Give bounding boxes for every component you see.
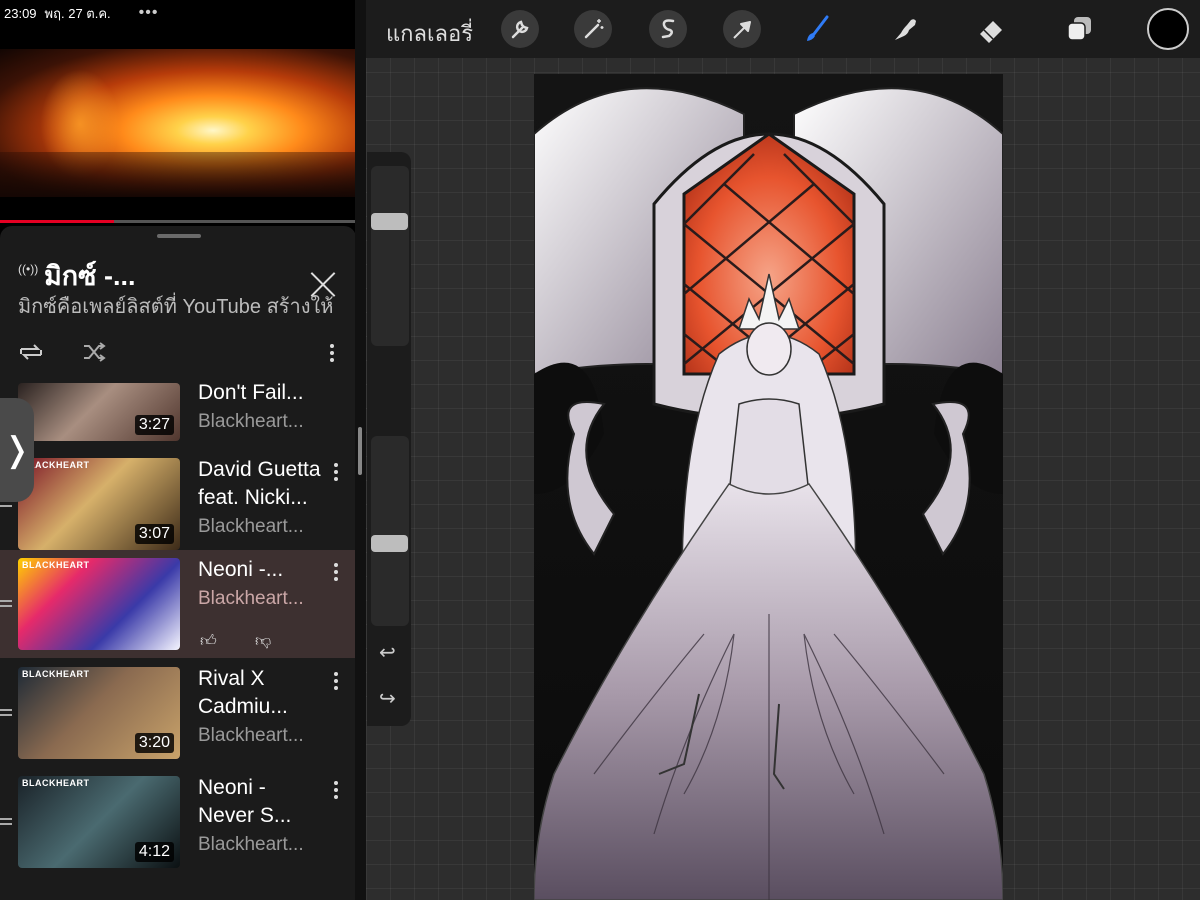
brush-icon[interactable] xyxy=(798,10,836,48)
redo-icon[interactable]: ↪ xyxy=(379,686,396,711)
like-icon[interactable]: 👍︎ xyxy=(200,632,217,651)
playlist-item[interactable]: 3:27 Don't Fail... Blackheart... xyxy=(0,381,356,449)
video-title[interactable]: Neoni -... xyxy=(198,558,283,582)
gallery-button[interactable]: แกลเลอรี่ xyxy=(386,16,473,51)
chevron-right-icon[interactable]: ❭ xyxy=(0,398,34,502)
drawing-canvas[interactable] xyxy=(534,74,1003,900)
video-title[interactable]: Don't Fail... xyxy=(198,381,304,405)
channel-name[interactable]: Blackheart... xyxy=(198,588,304,610)
video-thumbnail[interactable]: BLACKHEART 3:20 xyxy=(18,667,180,759)
broadcast-icon: ((•)) xyxy=(18,262,39,276)
playlist-item[interactable]: BLACKHEART Neoni -... Blackheart... 👍︎ 👎︎ xyxy=(0,550,356,658)
repeat-icon[interactable] xyxy=(18,340,44,364)
selection-icon[interactable] xyxy=(649,10,687,48)
undo-icon[interactable]: ↩ xyxy=(379,640,396,665)
opacity-slider[interactable] xyxy=(371,436,409,626)
video-thumbnail[interactable]: BLACKHEART 3:07 xyxy=(18,458,180,550)
eraser-icon[interactable] xyxy=(972,10,1010,48)
brush-size-thumb[interactable] xyxy=(371,213,408,230)
thumbnail-brand-text: BLACKHEART xyxy=(22,560,90,570)
artwork-image xyxy=(534,87,1003,900)
video-player[interactable] xyxy=(0,49,355,197)
status-time: 23:09 xyxy=(4,5,37,21)
channel-name[interactable]: Blackheart... xyxy=(198,725,304,747)
video-title[interactable]: David Guetta xyxy=(198,458,321,482)
sidebar-tools: ↩ ↪ xyxy=(367,152,411,726)
duration-badge: 3:27 xyxy=(134,415,174,435)
brush-size-slider[interactable] xyxy=(371,166,409,346)
magic-wand-icon[interactable] xyxy=(574,10,612,48)
duration-badge: 4:12 xyxy=(134,842,174,862)
playlist-item[interactable]: BLACKHEART 3:20 Rival X Cadmiu... Blackheart… xyxy=(0,659,356,767)
video-thumbnail[interactable]: BLACKHEART xyxy=(18,558,180,650)
thumbnail-brand-text: BLACKHEART xyxy=(22,778,90,788)
color-picker-swatch[interactable] xyxy=(1147,8,1189,50)
shuffle-icon[interactable] xyxy=(82,340,106,364)
video-title-line2[interactable]: feat. Nicki... xyxy=(198,486,308,510)
opacity-thumb[interactable] xyxy=(371,535,408,552)
dislike-icon[interactable]: 👎︎ xyxy=(255,632,271,651)
channel-name[interactable]: Blackheart... xyxy=(198,834,304,856)
video-title[interactable]: Neoni - xyxy=(198,776,266,800)
video-title-line2[interactable]: Never S... xyxy=(198,804,291,828)
channel-name[interactable]: Blackheart... xyxy=(198,411,304,433)
drag-handle-icon[interactable] xyxy=(0,818,12,830)
video-thumbnail[interactable]: BLACKHEART 4:12 xyxy=(18,776,180,868)
thumbnail-brand-text: BLACKHEART xyxy=(22,669,90,679)
drag-handle-icon[interactable] xyxy=(0,709,12,721)
video-progress-fill xyxy=(0,220,114,223)
status-date: พฤ. 27 ต.ค. xyxy=(44,5,111,21)
video-title-line2[interactable]: Cadmiu... xyxy=(198,695,288,719)
more-options-icon[interactable] xyxy=(334,463,338,484)
transform-icon[interactable] xyxy=(723,10,761,48)
duration-badge: 3:07 xyxy=(134,524,174,544)
playlist-item[interactable]: BLACKHEART 3:07 David Guetta feat. Nicki...… xyxy=(0,450,356,558)
duration-badge: 3:20 xyxy=(134,733,174,753)
sheet-drag-handle[interactable] xyxy=(157,234,201,238)
more-options-icon[interactable] xyxy=(334,563,338,584)
playlist-item[interactable]: BLACKHEART 4:12 Neoni - Never S... Blackhear… xyxy=(0,768,356,876)
smudge-icon[interactable] xyxy=(886,10,924,48)
video-thumbnail[interactable]: 3:27 xyxy=(18,383,180,441)
split-view-handle[interactable] xyxy=(358,427,362,475)
drag-handle-icon[interactable] xyxy=(0,600,12,612)
more-options-icon[interactable] xyxy=(334,781,338,802)
youtube-panel: 23:09 พฤ. 27 ต.ค. ••• ((•)) มิกซ์ -... ม… xyxy=(0,0,360,900)
mix-subtitle: มิกซ์คือเพลย์ลิสต์ที่ YouTube สร้างให้ xyxy=(18,296,334,318)
channel-name[interactable]: Blackheart... xyxy=(198,516,304,538)
video-title[interactable]: Rival X xyxy=(198,667,265,691)
more-options-icon[interactable] xyxy=(330,344,342,366)
multitask-dots[interactable]: ••• xyxy=(139,4,159,22)
top-toolbar: แกลเลอรี่ xyxy=(366,0,1200,58)
procreate-app: แกลเลอรี่ ↩ ↪ xyxy=(366,0,1200,900)
layers-icon[interactable] xyxy=(1060,10,1098,48)
video-progress-bar[interactable] xyxy=(0,220,355,223)
more-options-icon[interactable] xyxy=(334,672,338,693)
wrench-icon[interactable] xyxy=(501,10,539,48)
status-bar: 23:09 พฤ. 27 ต.ค. ••• xyxy=(0,0,360,26)
